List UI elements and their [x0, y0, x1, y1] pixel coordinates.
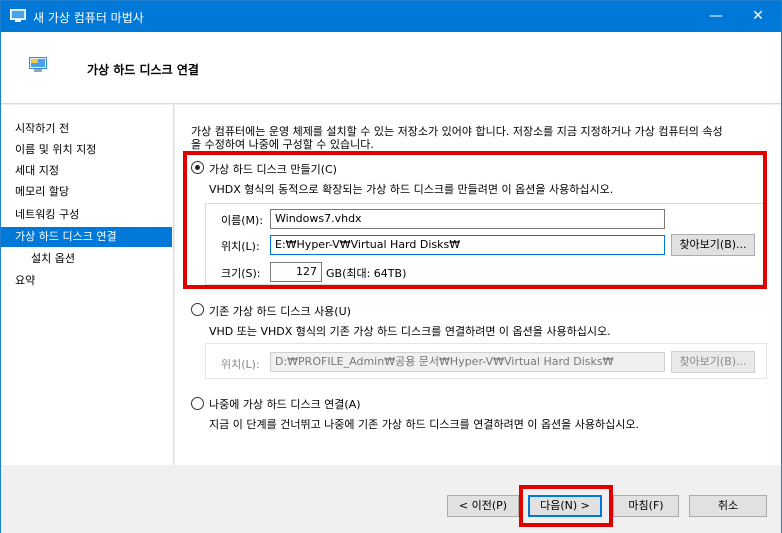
existing-disk-radio[interactable] [191, 303, 204, 316]
step-networking[interactable]: 네트워킹 구성 [1, 205, 172, 225]
attach-later-radio[interactable] [191, 397, 204, 410]
finish-button[interactable]: 마침(F) [613, 495, 679, 517]
existing-location-label: 위치(L): [221, 358, 260, 371]
existing-disk-description: VHD 또는 VHDX 형식의 기존 가상 하드 디스크를 연결하려면 이 옵션… [209, 325, 611, 338]
hyper-v-app-icon [10, 9, 26, 26]
step-connect-virtual-disk[interactable]: 가상 하드 디스크 연결 [1, 227, 172, 247]
step-summary[interactable]: 요약 [1, 271, 172, 291]
wizard-footer: < 이전(P) 다음(N) > 마침(F) 취소 [1, 465, 781, 533]
page-header: 가상 하드 디스크 연결 [1, 32, 781, 104]
attach-later-description: 지금 이 단계를 건너뛰고 나중에 기존 가상 하드 디스크를 연결하려면 이 … [209, 418, 640, 431]
existing-location-input[interactable]: D:₩PROFILE_Admin₩공용 문서₩Hyper-V₩Virtual H… [270, 352, 665, 372]
main-content: 가상 컴퓨터에는 운영 체제를 설치할 수 있는 저장소가 있어야 합니다. 저… [175, 105, 781, 465]
step-name-and-location[interactable]: 이름 및 위치 지정 [1, 140, 172, 160]
minimize-button[interactable]: — [693, 1, 739, 32]
existing-browse-button[interactable]: 찾아보기(B)... [671, 351, 755, 373]
existing-disk-label[interactable]: 기존 가상 하드 디스크 사용(U) [209, 303, 351, 319]
page-title: 가상 하드 디스크 연결 [87, 63, 199, 77]
annotation-highlight-create [183, 151, 767, 289]
window-title: 새 가상 컴퓨터 마법사 [33, 11, 144, 25]
step-generation[interactable]: 세대 지정 [1, 161, 172, 181]
wizard-steps-sidebar: 시작하기 전 이름 및 위치 지정 세대 지정 메모리 할당 네트워킹 구성 가… [1, 105, 174, 465]
virtual-disk-header-icon [29, 57, 47, 76]
close-button[interactable]: ✕ [735, 1, 781, 32]
annotation-highlight-next [519, 485, 613, 527]
title-bar: 새 가상 컴퓨터 마법사 — ✕ [1, 1, 781, 32]
step-installation-options[interactable]: 설치 옵션 [1, 249, 172, 269]
step-memory[interactable]: 메모리 할당 [1, 182, 172, 202]
attach-later-label[interactable]: 나중에 가상 하드 디스크 연결(A) [209, 396, 361, 412]
previous-button[interactable]: < 이전(P) [447, 495, 519, 517]
step-before-you-begin[interactable]: 시작하기 전 [1, 119, 172, 139]
wizard-window: 새 가상 컴퓨터 마법사 — ✕ 가상 하드 디스크 연결 시작하기 전 이름 … [0, 0, 782, 533]
cancel-button[interactable]: 취소 [689, 495, 767, 517]
intro-text-line-2: 을 수정하여 나중에 구성할 수 있습니다. [191, 138, 374, 151]
